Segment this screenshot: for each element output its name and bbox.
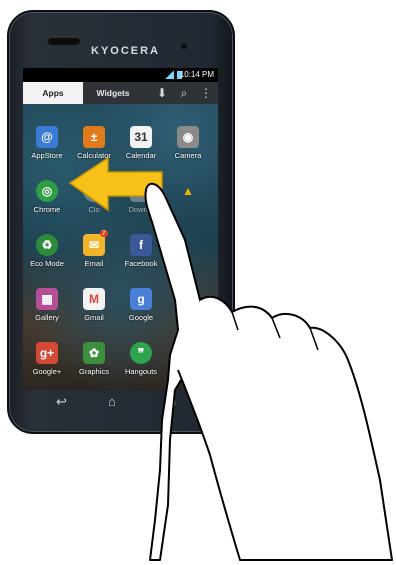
hand-icon bbox=[144, 182, 393, 561]
swipe-gesture-illustration bbox=[68, 156, 393, 561]
